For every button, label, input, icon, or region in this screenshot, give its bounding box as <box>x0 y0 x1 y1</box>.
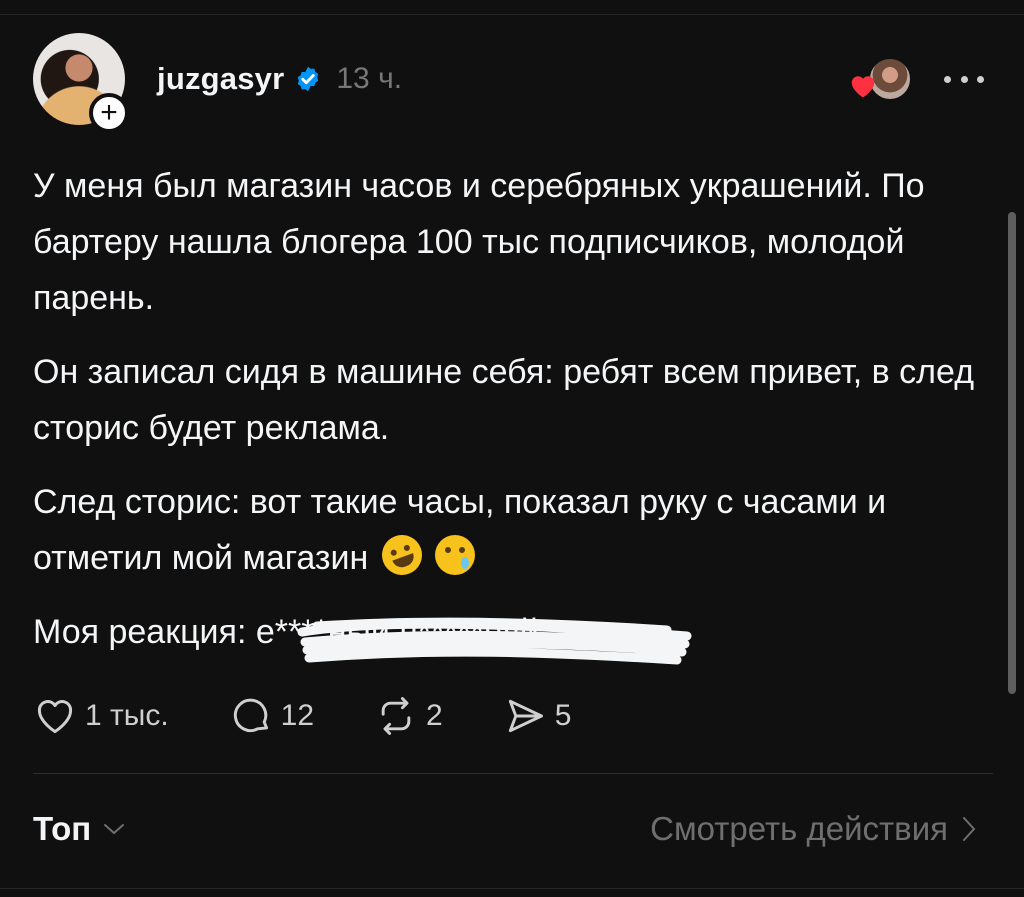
more-dot <box>944 75 951 83</box>
chevron-right-icon <box>963 817 976 841</box>
follow-plus-icon[interactable]: + <box>89 93 129 133</box>
crying-face-emoji-icon <box>435 535 476 575</box>
bottom-divider <box>0 888 1024 889</box>
paragraph-2: Он записал сидя в машине себя: ребят все… <box>33 353 975 447</box>
chevron-down-icon <box>104 824 125 835</box>
post-header: juzgasyr 13 ч. <box>157 57 402 101</box>
action-bar: 1 тыс. 12 2 5 <box>33 694 631 738</box>
heart-icon <box>851 76 875 98</box>
repost-button[interactable]: 2 <box>374 694 443 738</box>
scribble-redaction <box>297 617 692 665</box>
view-activity-link[interactable]: Смотреть действия <box>650 810 976 848</box>
reply-count: 12 <box>280 699 315 732</box>
sort-dropdown[interactable]: Топ <box>33 810 125 848</box>
repost-icon <box>381 697 411 735</box>
post-time: 13 ч. <box>336 62 403 95</box>
repost-count: 2 <box>426 699 443 732</box>
avatar-container[interactable]: + <box>33 33 129 133</box>
liked-by-indicator[interactable] <box>848 57 912 101</box>
reply-button[interactable]: 12 <box>229 694 314 738</box>
comment-icon <box>233 698 268 733</box>
top-divider <box>0 14 1024 15</box>
share-count: 5 <box>554 699 572 732</box>
paragraph-3: След сторис: вот такие часы, показал рук… <box>33 474 993 586</box>
paragraph-1: У меня был магазин часов и серебряных ук… <box>33 167 925 317</box>
share-button[interactable]: 5 <box>503 694 572 738</box>
view-activity-label: Смотреть действия <box>650 810 948 847</box>
rofl-emoji-icon <box>376 529 428 581</box>
more-icon[interactable] <box>944 64 984 94</box>
reaction-label: Моя реакция: <box>33 613 247 651</box>
post-body: У меня был магазин часов и серебряных ук… <box>33 158 993 678</box>
sort-label: Топ <box>33 810 92 847</box>
section-divider <box>33 773 993 774</box>
verified-badge-icon <box>298 66 319 92</box>
like-count: 1 тыс. <box>85 699 169 732</box>
like-button[interactable]: 1 тыс. <box>33 694 169 738</box>
username[interactable]: juzgasyr <box>157 61 284 97</box>
more-dot <box>977 75 984 83</box>
heart-outline-icon <box>37 700 73 734</box>
scrollbar[interactable] <box>1008 212 1016 694</box>
send-icon <box>508 699 543 733</box>
more-dot <box>960 75 968 83</box>
